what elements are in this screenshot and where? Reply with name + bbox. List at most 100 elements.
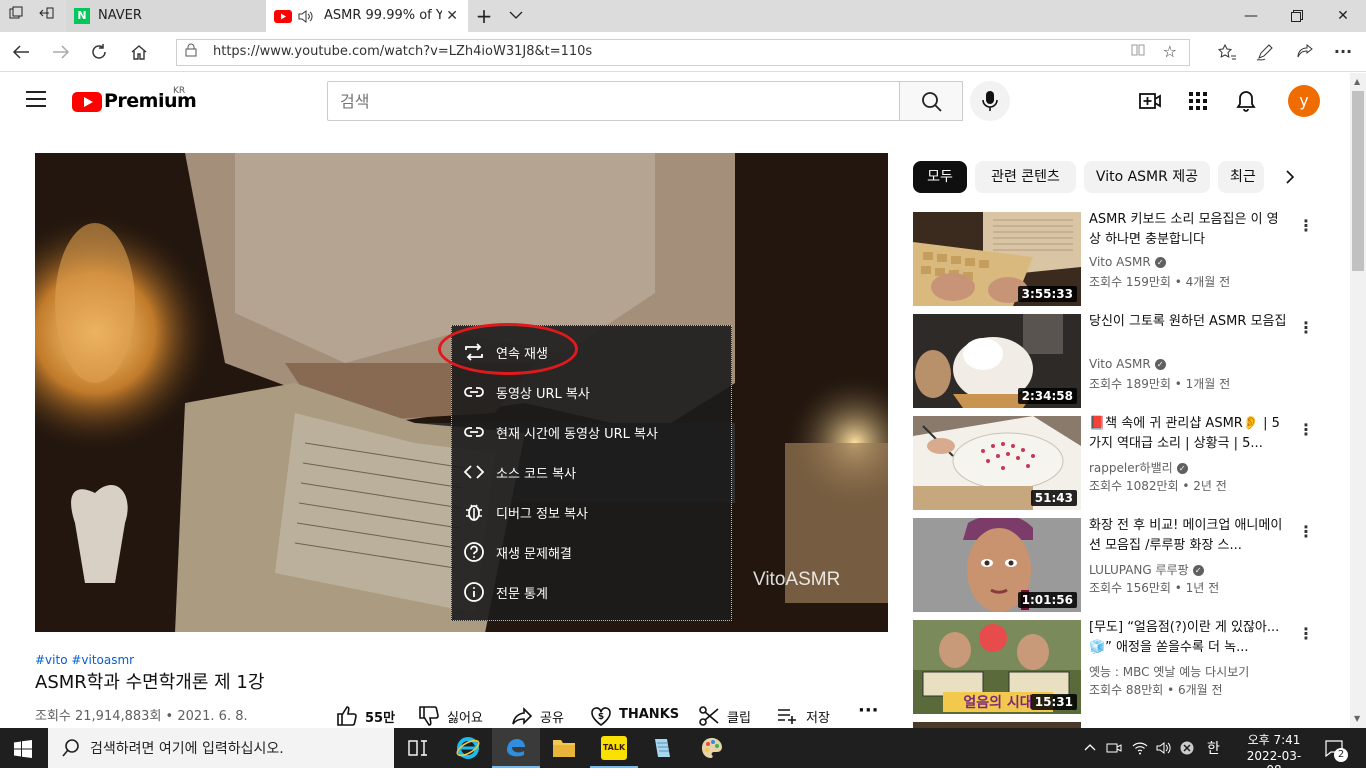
tab-list-chevron-down-icon[interactable] bbox=[506, 6, 526, 26]
input-method-indicator[interactable]: 한 bbox=[1207, 738, 1220, 758]
share-button[interactable]: 공유 bbox=[511, 705, 571, 727]
recommended-video[interactable]: 3:55:33 ASMR 키보드 소리 모음집은 이 영상 하나면 충분합니다 … bbox=[913, 212, 1333, 308]
chip-channel[interactable]: Vito ASMR 제공 bbox=[1084, 161, 1210, 193]
audio-playing-icon[interactable] bbox=[298, 10, 314, 23]
search-button[interactable] bbox=[899, 81, 963, 121]
notes-pen-icon[interactable] bbox=[1252, 40, 1278, 64]
more-vertical-icon[interactable]: ⋮ bbox=[1298, 522, 1314, 541]
voice-search-button[interactable] bbox=[970, 81, 1010, 121]
share-icon[interactable] bbox=[1292, 40, 1318, 64]
task-view-button[interactable] bbox=[394, 728, 442, 768]
video-thumbnail[interactable]: 3:55:33 bbox=[913, 212, 1081, 306]
menu-item-copy-url[interactable]: 동영상 URL 복사 bbox=[452, 372, 733, 412]
code-icon bbox=[463, 465, 485, 479]
menu-item-copy-url-at-time[interactable]: 현재 시간에 동영상 URL 복사 bbox=[452, 412, 733, 452]
more-vertical-icon[interactable]: ⋮ bbox=[1298, 216, 1314, 235]
like-button[interactable]: 55만 bbox=[336, 705, 398, 727]
video-thumbnail[interactable]: 51:43 bbox=[913, 416, 1081, 510]
home-icon[interactable] bbox=[126, 40, 152, 64]
channel-name[interactable]: Vito ASMR ✓ bbox=[1089, 357, 1166, 371]
search-input[interactable] bbox=[328, 82, 899, 120]
video-title[interactable]: 당신이 그토록 원하던 ASMR 모음집 bbox=[1089, 312, 1289, 332]
back-arrow-icon[interactable] bbox=[8, 40, 34, 64]
network-wifi-icon[interactable] bbox=[1132, 740, 1148, 756]
video-title[interactable]: ASMR 키보드 소리 모음집은 이 영상 하나면 충분합니다 bbox=[1089, 210, 1289, 250]
tray-chevron-up-icon[interactable] bbox=[1084, 743, 1096, 751]
search-box[interactable] bbox=[327, 81, 900, 121]
forward-arrow-icon[interactable] bbox=[48, 40, 74, 64]
apps-grid-icon[interactable] bbox=[1186, 89, 1210, 113]
lock-icon[interactable] bbox=[185, 43, 197, 61]
menu-item-copy-debug-info[interactable]: 디버그 정보 복사 bbox=[452, 492, 733, 532]
page-scrollbar[interactable]: ▲ ▼ bbox=[1350, 73, 1366, 728]
close-window-icon[interactable]: ✕ bbox=[1320, 0, 1366, 32]
taskbar-search-box[interactable]: 검색하려면 여기에 입력하십시오. bbox=[48, 728, 394, 768]
scroll-down-icon[interactable]: ▼ bbox=[1354, 714, 1360, 723]
tab-naver[interactable]: N NAVER bbox=[66, 0, 266, 32]
scrollbar-thumb[interactable] bbox=[1352, 91, 1364, 271]
link-icon bbox=[464, 427, 484, 437]
menu-item-troubleshoot[interactable]: 재생 문제해결 bbox=[452, 532, 733, 572]
restore-icon[interactable] bbox=[1274, 0, 1320, 32]
video-title[interactable]: 화장 전 후 비교! 메이크업 애니메이션 모음집 /루루팡 화장 스... bbox=[1089, 516, 1289, 556]
save-button[interactable]: 저장 bbox=[776, 705, 836, 727]
video-hashtags[interactable]: #vito #vitoasmr bbox=[35, 653, 134, 667]
thanks-button[interactable]: $ THANKS bbox=[590, 705, 680, 727]
more-actions-icon[interactable]: ··· bbox=[858, 700, 880, 722]
notepad-app[interactable] bbox=[638, 728, 686, 768]
avatar[interactable]: y bbox=[1288, 85, 1320, 117]
chip-recent[interactable]: 최근 bbox=[1218, 161, 1264, 193]
edge-app[interactable] bbox=[492, 728, 540, 768]
menu-item-stats-for-nerds[interactable]: 전문 통계 bbox=[452, 572, 733, 612]
meet-now-icon[interactable] bbox=[1106, 740, 1122, 756]
menu-hamburger-icon[interactable] bbox=[26, 91, 46, 107]
dislike-button[interactable]: 싫어요 bbox=[418, 705, 494, 727]
file-explorer-app[interactable] bbox=[540, 728, 588, 768]
clip-button[interactable]: 클립 bbox=[698, 705, 758, 727]
more-vertical-icon[interactable]: ⋮ bbox=[1298, 624, 1314, 643]
video-title[interactable]: [무도] “얼음점(?)이란 게 있잖아...🧊” 애정을 쏟을수록 더 녹..… bbox=[1089, 618, 1289, 658]
new-tab-icon[interactable]: + bbox=[474, 6, 494, 26]
internet-explorer-app[interactable] bbox=[444, 728, 492, 768]
clock-time[interactable]: 오후 7:41 bbox=[1240, 731, 1308, 748]
video-thumbnail[interactable]: 2:34:58 bbox=[913, 314, 1081, 408]
scroll-up-icon[interactable]: ▲ bbox=[1354, 77, 1360, 86]
minimize-icon[interactable]: — bbox=[1228, 0, 1274, 32]
kakaotalk-app[interactable]: TALK bbox=[590, 728, 638, 768]
volume-icon[interactable] bbox=[1156, 740, 1172, 756]
recommended-video[interactable]: 얼음의 시대 15:31 [무도] “얼음점(?)이란 게 있잖아...🧊” 애… bbox=[913, 620, 1333, 716]
create-video-icon[interactable] bbox=[1138, 89, 1162, 113]
status-error-icon[interactable] bbox=[1180, 741, 1194, 755]
channel-name[interactable]: 옛능 : MBC 옛날 예능 다시보기 bbox=[1089, 663, 1249, 680]
close-tab-icon[interactable]: ✕ bbox=[446, 0, 458, 32]
video-thumbnail[interactable]: 얼음의 시대 15:31 bbox=[913, 620, 1081, 714]
menu-item-copy-embed-code[interactable]: 소스 코드 복사 bbox=[452, 452, 733, 492]
channel-name[interactable]: Vito ASMR ✓ bbox=[1089, 255, 1166, 269]
more-vertical-icon[interactable]: ⋮ bbox=[1298, 318, 1314, 337]
favorites-icon[interactable] bbox=[1214, 40, 1240, 64]
video-thumbnail[interactable]: 1:01:56 bbox=[913, 518, 1081, 612]
paint-app[interactable] bbox=[688, 728, 736, 768]
windows-start-icon[interactable] bbox=[14, 740, 32, 758]
refresh-icon[interactable] bbox=[86, 40, 112, 64]
video-title[interactable]: 📕책 속에 귀 관리샵 ASMR👂 | 5가지 역대급 소리 | 상황극 | 5… bbox=[1089, 414, 1289, 454]
set-aside-tabs-icon[interactable] bbox=[36, 6, 56, 26]
url-field[interactable]: https://www.youtube.com/watch?v=LZh4ioW3… bbox=[176, 39, 1190, 66]
tab-actions-icon[interactable] bbox=[6, 6, 26, 26]
chevron-right-icon[interactable] bbox=[1283, 170, 1297, 184]
video-meta: 조회수 159만회 • 4개월 전 bbox=[1089, 275, 1231, 289]
recommended-video[interactable]: 1:01:56 화장 전 후 비교! 메이크업 애니메이션 모음집 /루루팡 화… bbox=[913, 518, 1333, 614]
reading-view-icon[interactable] bbox=[1131, 43, 1145, 61]
clock-date[interactable]: 2022-03-08 bbox=[1240, 749, 1308, 777]
recommended-video[interactable]: 2:34:58 당신이 그토록 원하던 ASMR 모음집 Vito ASMR ✓ … bbox=[913, 314, 1333, 410]
tab-youtube[interactable]: ASMR 99.99% of Yc ✕ bbox=[266, 0, 468, 32]
chip-all[interactable]: 모두 bbox=[913, 161, 967, 193]
channel-name[interactable]: rappeler하밸리 ✓ bbox=[1089, 459, 1188, 476]
more-vertical-icon[interactable]: ⋮ bbox=[1298, 420, 1314, 439]
favorite-star-icon[interactable]: ☆ bbox=[1163, 42, 1177, 61]
chip-related[interactable]: 관련 콘텐츠 bbox=[975, 161, 1076, 193]
more-options-icon[interactable]: ··· bbox=[1330, 40, 1356, 64]
notifications-bell-icon[interactable] bbox=[1234, 89, 1258, 113]
channel-name[interactable]: LULUPANG 루루팡 ✓ bbox=[1089, 561, 1204, 578]
recommended-video[interactable]: 51:43 📕책 속에 귀 관리샵 ASMR👂 | 5가지 역대급 소리 | 상… bbox=[913, 416, 1333, 512]
